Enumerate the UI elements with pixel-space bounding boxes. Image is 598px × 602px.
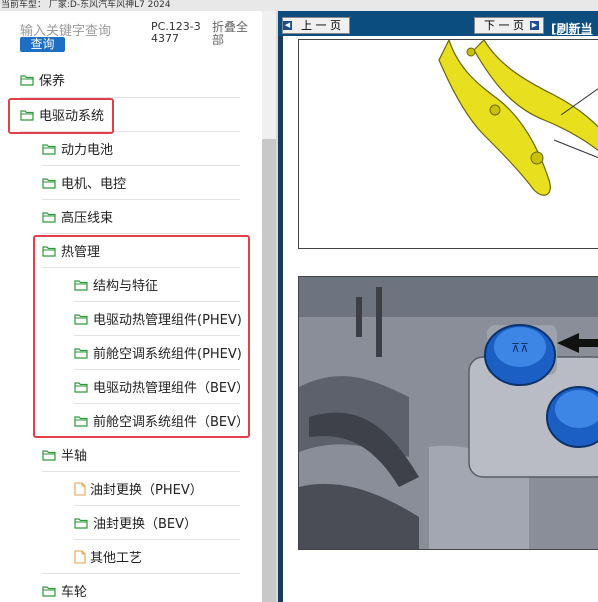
tree-item-wheel[interactable]: 车轮: [42, 574, 87, 602]
tree-item-other-process[interactable]: 其他工艺: [74, 540, 142, 573]
svg-text:⊼⊼: ⊼⊼: [511, 341, 529, 355]
scrollbar-thumb[interactable]: [262, 139, 276, 602]
folder-icon: [42, 585, 56, 597]
collapse-all-button[interactable]: 折叠全部: [212, 21, 254, 47]
tree-item-label: 油封更换（PHEV）: [90, 483, 203, 498]
document-icon: [74, 549, 86, 564]
tree-item-label: 动力电池: [61, 143, 114, 158]
folder-icon: [42, 177, 56, 189]
document-code: PC.123-34377: [151, 20, 201, 45]
tree-item-label: 保养: [39, 74, 66, 89]
refresh-link[interactable]: [刷新当: [551, 20, 593, 37]
arrow-left-icon: ◀: [283, 21, 292, 30]
figure-hose-clamp-pliers: [298, 39, 598, 249]
next-page-button[interactable]: 下 一 页 ▶: [474, 17, 544, 34]
tree-item-power-battery[interactable]: 动力电池: [42, 132, 113, 165]
folder-icon: [20, 74, 34, 86]
viewer-toolbar: ◀ 上 一 页 下 一 页 ▶ [刷新当: [278, 11, 598, 36]
tree-item-label: 高压线束: [61, 211, 114, 226]
tree-item-label: 油封更换（BEV）: [93, 517, 198, 532]
tree-item-label: 车轮: [61, 585, 88, 600]
engine-bay-illustration: ⊼⊼ 1: [299, 277, 598, 549]
viewer-edge: [278, 36, 283, 602]
figure-coolant-reservoir: ⊼⊼ 1: [298, 276, 598, 550]
folder-icon: [42, 211, 56, 223]
query-button[interactable]: 查询: [20, 37, 65, 52]
tree-item-maintenance[interactable]: 保养: [20, 63, 65, 96]
prev-page-button[interactable]: ◀ 上 一 页: [282, 17, 350, 34]
tree-item-label: 半轴: [61, 449, 88, 464]
document-viewer: ◀ 上 一 页 下 一 页 ▶ [刷新当 ⊼⊼: [278, 11, 598, 602]
navigation-panel: 查询 PC.123-34377 折叠全部 保养 电驱动系统 动力电池 电机、电控…: [0, 11, 278, 602]
search-area: 查询 PC.123-34377 折叠全部: [0, 11, 262, 59]
highlight-box: [33, 235, 250, 438]
folder-icon: [42, 143, 56, 155]
tree-item-oil-seal-bev[interactable]: 油封更换（BEV）: [74, 506, 197, 539]
document-icon: [74, 481, 86, 496]
highlight-box: [8, 98, 114, 134]
tree-item-oil-seal-phev[interactable]: 油封更换（PHEV）: [74, 472, 203, 505]
tree-item-label: 电机、电控: [61, 177, 127, 192]
folder-open-icon: [42, 449, 56, 461]
tree-item-motor-control[interactable]: 电机、电控: [42, 166, 126, 199]
tree-item-label: 其他工艺: [90, 551, 143, 566]
pliers-illustration: [438, 40, 598, 196]
next-page-label: 下 一 页: [484, 19, 524, 32]
arrow-right-icon: ▶: [530, 21, 539, 30]
prev-page-label: 上 一 页: [301, 19, 341, 32]
tree-item-half-shaft[interactable]: 半轴: [42, 438, 87, 471]
tree-item-hv-harness[interactable]: 高压线束: [42, 200, 113, 233]
folder-icon: [74, 517, 88, 529]
vehicle-info-bar: 当前车型： 厂家:D-东风汽车风神L7 2024: [0, 0, 598, 11]
